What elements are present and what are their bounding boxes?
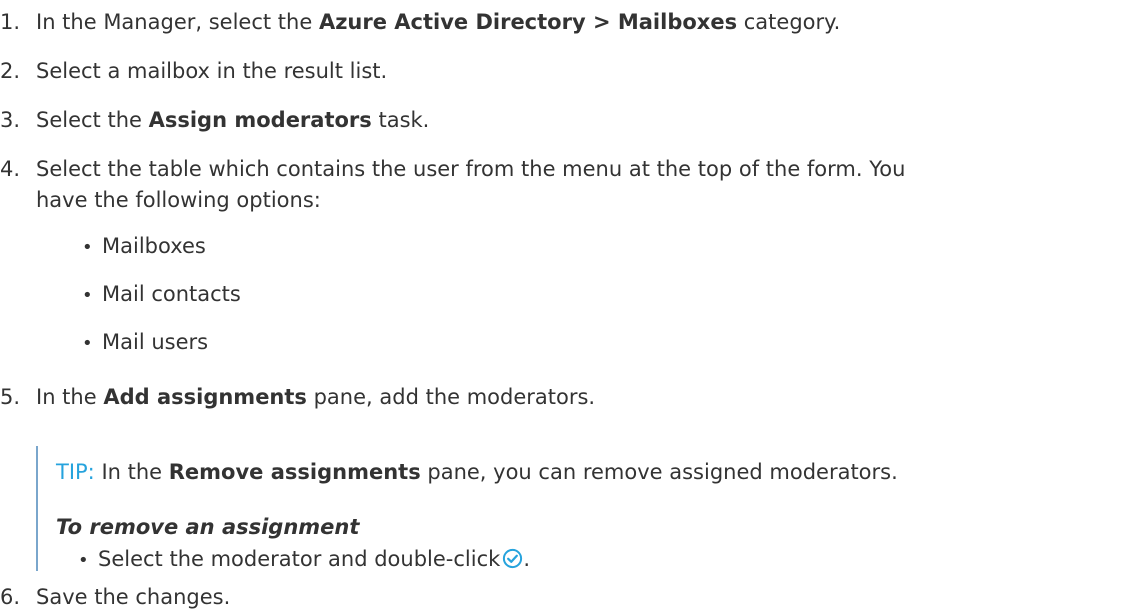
- tip-text-post: pane, you can remove assigned moderators…: [420, 460, 898, 484]
- step-text-pre: Select the: [36, 108, 149, 132]
- step-text-pre: In the: [36, 385, 104, 409]
- task-name-emphasis: Assign moderators: [148, 108, 372, 132]
- step-6: 6. Save the changes.: [0, 583, 230, 611]
- step-text: In the Add assignments pane, add the mod…: [36, 385, 595, 409]
- step-1: 1. In the Manager, select the Azure Activ…: [0, 8, 840, 36]
- step-5: 5. In the Add assignments pane, add the m…: [0, 383, 595, 411]
- option-label: Mail contacts: [102, 282, 241, 306]
- option-item-mailboxes: • Mailboxes: [82, 232, 206, 262]
- tip-text-pre: In the: [94, 460, 169, 484]
- step-text-post: pane, add the moderators.: [306, 385, 596, 409]
- step-2: 2. Select a mailbox in the result list.: [0, 57, 387, 85]
- step-number: 1.: [0, 10, 21, 34]
- tip-bullet-text: Select the moderator and double-click: [98, 547, 501, 571]
- step-number: 5.: [0, 385, 21, 409]
- step-3: 3. Select the Assign moderators task.: [0, 106, 429, 134]
- option-item-mail-contacts: • Mail contacts: [82, 280, 241, 310]
- pane-name-emphasis: Add assignments: [103, 385, 307, 409]
- step-text: Save the changes.: [36, 585, 231, 609]
- step-text-post: category.: [737, 10, 841, 34]
- tip-callout: TIP: In the Remove assignments pane, you…: [36, 446, 1138, 571]
- tip-subheading: To remove an assignment: [56, 515, 360, 539]
- tip-text: TIP: In the Remove assignments pane, you…: [56, 458, 898, 486]
- check-circle-icon: [502, 548, 523, 576]
- ui-path-emphasis: Azure Active Directory > Mailboxes: [318, 10, 738, 34]
- option-label: Mail users: [102, 330, 209, 354]
- step-number: 6.: [0, 585, 21, 609]
- option-item-mail-users: • Mail users: [82, 328, 208, 358]
- bullet-glyph: •: [82, 285, 93, 306]
- step-text-pre: In the Manager, select the: [36, 10, 319, 34]
- step-number: 3.: [0, 108, 21, 132]
- step-number: 2.: [0, 59, 21, 83]
- bullet-glyph: •: [78, 550, 89, 571]
- step-text-line-1: Select the table which contains the user…: [36, 157, 906, 181]
- step-text: Select the Assign moderators task.: [36, 108, 429, 132]
- tip-bullet-end: .: [523, 547, 530, 571]
- option-label: Mailboxes: [102, 234, 206, 258]
- step-text: In the Manager, select the Azure Active …: [36, 10, 840, 34]
- step-number: 4.: [0, 157, 21, 181]
- tip-label: TIP:: [56, 460, 95, 484]
- step-text: Select a mailbox in the result list.: [36, 59, 388, 83]
- pane-name-emphasis: Remove assignments: [168, 460, 421, 484]
- bullet-glyph: •: [82, 333, 93, 354]
- tip-bullet-item: • Select the moderator and double-click.: [78, 545, 530, 576]
- step-4-text-line-2: have the following options:: [36, 188, 321, 212]
- step-text-post: task.: [371, 108, 430, 132]
- bullet-glyph: •: [82, 237, 93, 258]
- step-4: 4. Select the table which contains the us…: [0, 155, 905, 183]
